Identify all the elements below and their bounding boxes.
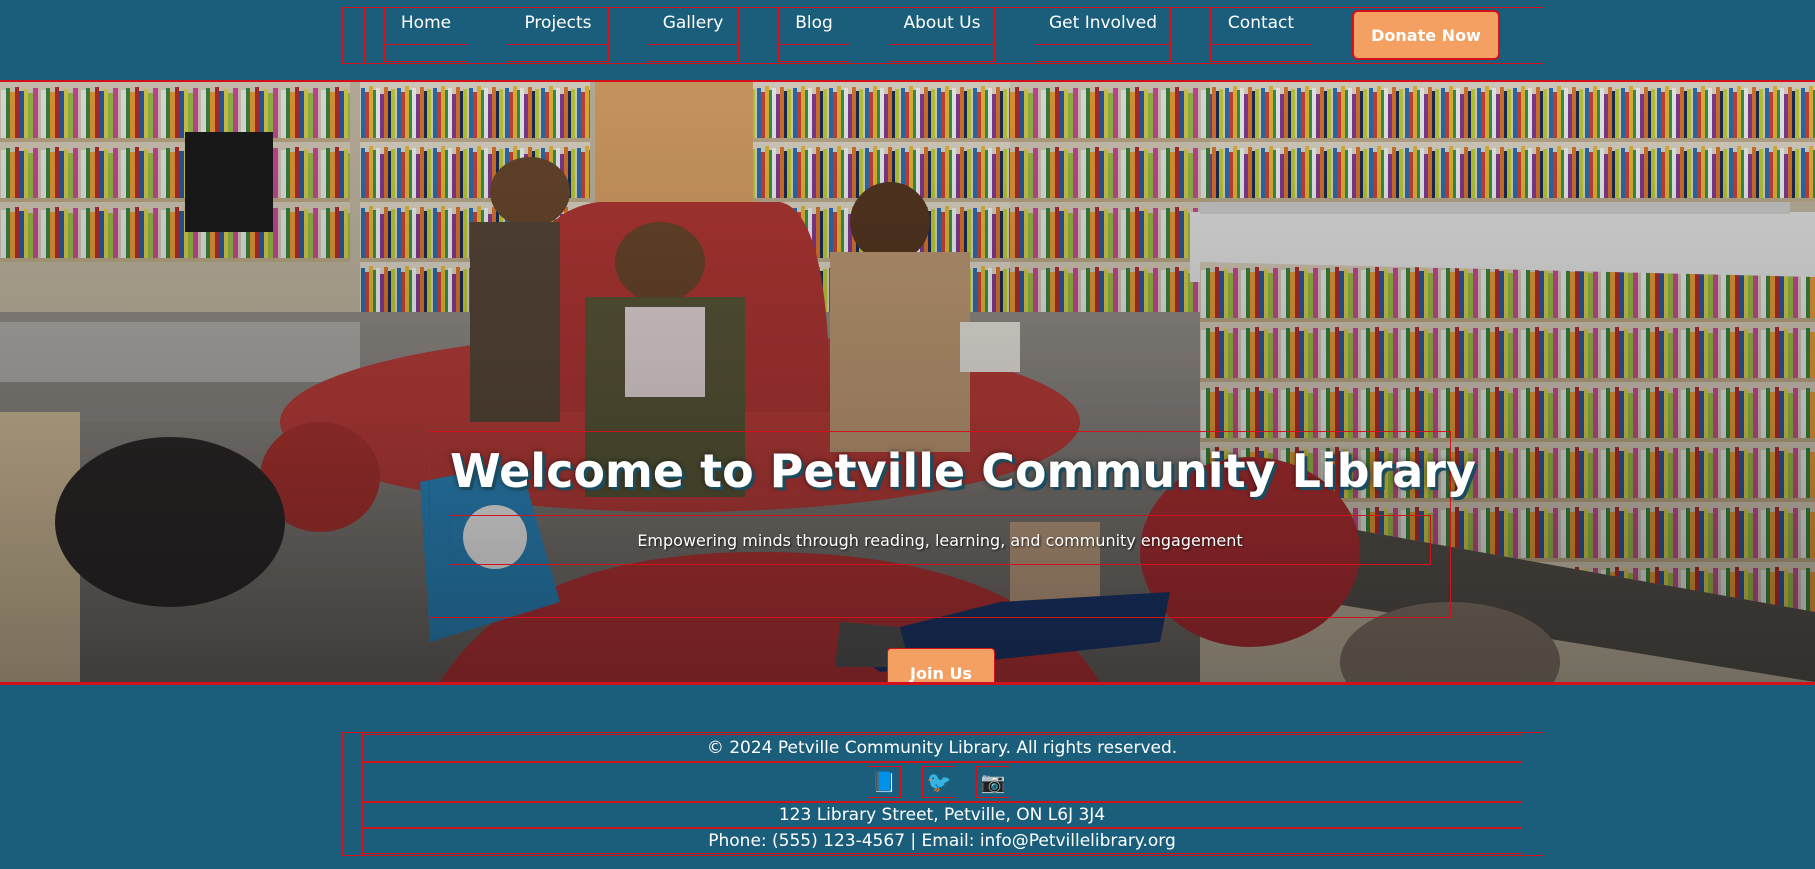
donate-now-button[interactable]: Donate Now <box>1352 10 1500 60</box>
nav-link-label: Contact <box>1210 7 1312 45</box>
nav-link-label: Gallery <box>647 7 739 45</box>
footer-copyright: © 2024 Petville Community Library. All r… <box>362 734 1522 762</box>
nav-link-blog[interactable]: Blog <box>778 7 850 62</box>
camera-icon[interactable]: 📷 <box>976 766 1010 798</box>
nav-link-gallery[interactable]: Gallery <box>647 7 739 62</box>
footer-contact: Phone: (555) 123-4567 | Email: info@Petv… <box>362 828 1522 854</box>
nav-link-contact[interactable]: Contact <box>1210 7 1312 62</box>
footer-content: © 2024 Petville Community Library. All r… <box>362 732 1524 856</box>
nav-link-about-us[interactable]: About Us <box>889 7 995 62</box>
nav-link-label: About Us <box>889 7 995 45</box>
hero-subtitle: Empowering minds through reading, learni… <box>637 531 1243 550</box>
hero-title: Welcome to Petville Community Library <box>450 444 1476 498</box>
hero-content: Welcome to Petville Community Library Em… <box>429 431 1476 682</box>
nav-link-label: Projects <box>507 7 609 45</box>
nav-link-projects[interactable]: Projects <box>507 7 609 62</box>
nav-link-label: Get Involved <box>1035 7 1171 45</box>
hero-section: Welcome to Petville Community Library Em… <box>0 82 1815 685</box>
site-header: Home Projects Gallery Blog About Us Get … <box>0 0 1815 82</box>
book-icon[interactable]: 📘 <box>867 766 901 798</box>
join-us-button[interactable]: Join Us <box>887 648 995 682</box>
social-links: 📘 🐦 📷 <box>362 762 1522 802</box>
nav-link-get-involved[interactable]: Get Involved <box>1035 7 1171 62</box>
bird-icon[interactable]: 🐦 <box>922 766 956 798</box>
nav-link-label: Blog <box>778 7 850 45</box>
nav-menu: Home Projects Gallery Blog About Us Get … <box>364 7 1522 64</box>
site-footer: © 2024 Petville Community Library. All r… <box>342 732 1544 856</box>
nav-link-label: Home <box>384 7 468 45</box>
nav-link-home[interactable]: Home <box>384 7 468 62</box>
footer-address: 123 Library Street, Petville, ON L6J 3J4 <box>362 802 1522 828</box>
